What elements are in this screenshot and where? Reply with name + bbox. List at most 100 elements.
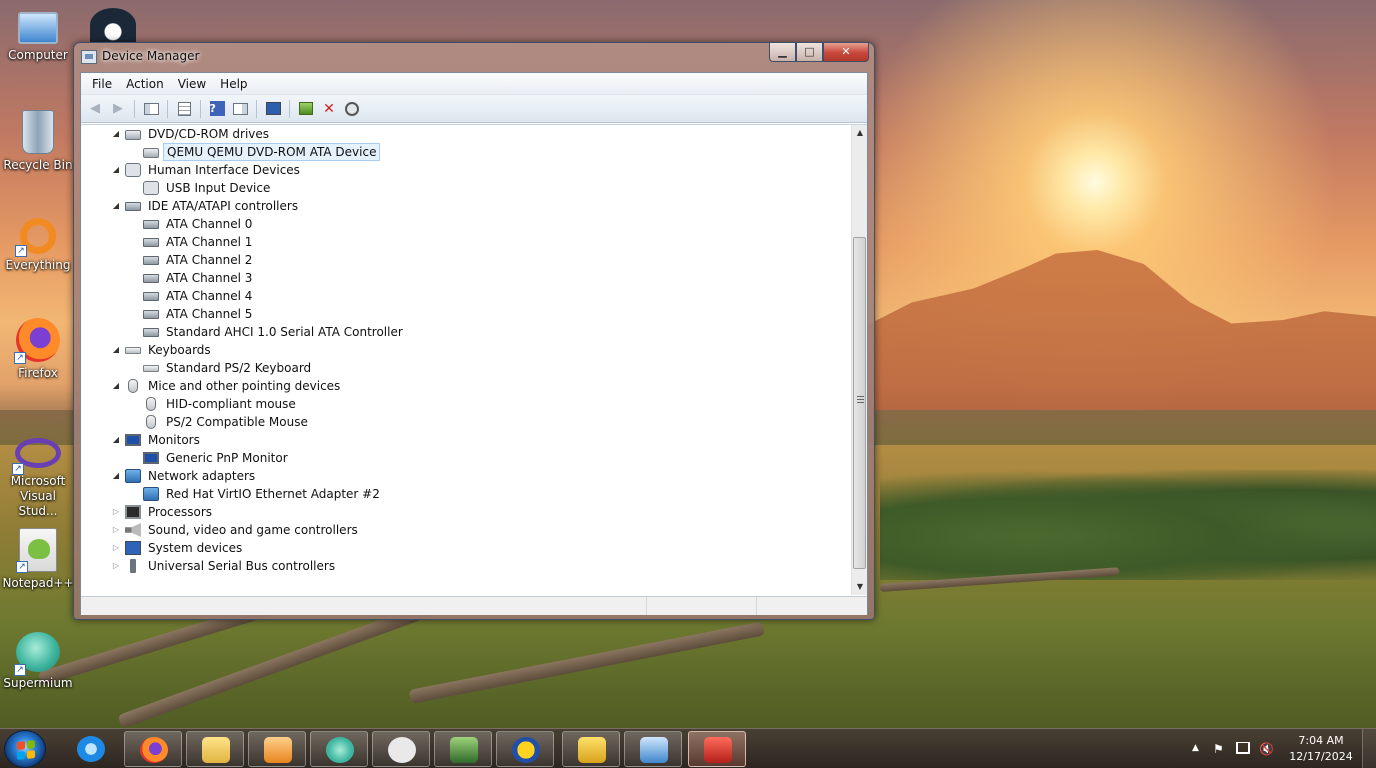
tree-device[interactable]: ATA Channel 4 bbox=[143, 287, 255, 305]
collapse-arrow-icon[interactable]: ◢ bbox=[111, 467, 121, 485]
scroll-thumb[interactable] bbox=[853, 237, 866, 569]
monitor-icon bbox=[125, 434, 141, 446]
tree-device[interactable]: Generic PnP Monitor bbox=[143, 449, 291, 467]
help-button[interactable]: ? bbox=[207, 99, 227, 119]
ide-controller-icon bbox=[143, 255, 159, 265]
menu-help[interactable]: Help bbox=[213, 75, 254, 93]
volume-muted-icon[interactable]: 🔇 bbox=[1259, 742, 1274, 756]
vertical-scrollbar[interactable]: ▲ ▼ bbox=[851, 125, 867, 595]
desktop-icon-steam[interactable] bbox=[90, 8, 136, 42]
forward-button[interactable]: ▶ bbox=[108, 99, 128, 119]
tree-item-label: Mice and other pointing devices bbox=[148, 379, 341, 393]
tree-category[interactable]: ◢ Network adapters bbox=[111, 467, 258, 485]
expand-arrow-icon[interactable]: ▷ bbox=[111, 521, 121, 539]
expand-arrow-icon[interactable]: ▷ bbox=[111, 503, 121, 521]
update-driver-button[interactable] bbox=[296, 99, 316, 119]
tree-device[interactable]: USB Input Device bbox=[143, 179, 273, 197]
console-tree-icon bbox=[143, 102, 159, 115]
desktop-icon-firefox[interactable]: ↗ Firefox bbox=[0, 318, 76, 381]
desktop-icon-recycle-bin[interactable]: Recycle Bin bbox=[0, 110, 76, 173]
tree-category[interactable]: ▷ Processors bbox=[111, 503, 215, 521]
tree-category[interactable]: ◢ Keyboards bbox=[111, 341, 214, 359]
menu-view[interactable]: View bbox=[171, 75, 213, 93]
desktop-icon-computer[interactable]: Computer bbox=[0, 8, 76, 63]
tree-item-label: USB Input Device bbox=[166, 181, 271, 195]
collapse-arrow-icon[interactable]: ◢ bbox=[111, 161, 121, 179]
maximize-button[interactable]: □ bbox=[796, 43, 823, 62]
taskbar-button-network-monitor[interactable] bbox=[434, 731, 492, 767]
desktop-icon-visual-studio[interactable]: ↗ Microsoft Visual Stud... bbox=[0, 432, 76, 519]
taskbar-button-file-explorer[interactable] bbox=[186, 731, 244, 767]
show-hide-console-tree-button[interactable] bbox=[141, 99, 161, 119]
tree-category[interactable]: ◢ Mice and other pointing devices bbox=[111, 377, 343, 395]
tree-device[interactable]: HID-compliant mouse bbox=[143, 395, 299, 413]
desktop-icon-everything[interactable]: ↗ Everything bbox=[0, 214, 76, 273]
scroll-up-button[interactable]: ▲ bbox=[852, 125, 868, 141]
tree-category[interactable]: ◢ Monitors bbox=[111, 431, 203, 449]
collapse-arrow-icon[interactable]: ◢ bbox=[111, 377, 121, 395]
start-button[interactable] bbox=[4, 730, 46, 768]
notepad-plus-plus-icon: ↗ bbox=[16, 528, 57, 573]
back-button[interactable]: ◀ bbox=[85, 99, 105, 119]
taskbar-button-supermium[interactable] bbox=[310, 731, 368, 767]
expand-arrow-icon[interactable]: ▷ bbox=[111, 557, 121, 575]
title-bar[interactable]: Device Manager ▁ □ ✕ bbox=[74, 43, 874, 71]
tree-device[interactable]: ATA Channel 3 bbox=[143, 269, 255, 287]
tree-device[interactable]: ATA Channel 1 bbox=[143, 233, 255, 251]
taskbar-button-firefox[interactable] bbox=[124, 731, 182, 767]
clock[interactable]: 7:04 AM 12/17/2024 bbox=[1286, 733, 1356, 765]
device-manager-window[interactable]: Device Manager ▁ □ ✕ File Action View He… bbox=[73, 42, 875, 620]
tree-device[interactable]: Standard AHCI 1.0 Serial ATA Controller bbox=[143, 323, 406, 341]
collapse-arrow-icon[interactable]: ◢ bbox=[111, 125, 121, 143]
expand-arrow-icon[interactable]: ▷ bbox=[111, 539, 121, 557]
scan-hardware-changes-button[interactable] bbox=[263, 99, 283, 119]
tree-device[interactable]: ATA Channel 2 bbox=[143, 251, 255, 269]
collapse-arrow-icon[interactable]: ◢ bbox=[111, 431, 121, 449]
tree-device[interactable]: QEMU QEMU DVD-ROM ATA Device bbox=[143, 143, 381, 161]
tree-category[interactable]: ◢ DVD/CD-ROM drives bbox=[111, 125, 272, 143]
taskbar: ▲ ⚑ 🔇 7:04 AM 12/17/2024 bbox=[0, 728, 1376, 768]
collapse-arrow-icon[interactable]: ◢ bbox=[111, 341, 121, 359]
taskbar-button-internet-explorer[interactable] bbox=[62, 731, 120, 767]
tree-category[interactable]: ◢ Human Interface Devices bbox=[111, 161, 303, 179]
close-button[interactable]: ✕ bbox=[823, 43, 869, 62]
network-icon[interactable] bbox=[1236, 742, 1250, 754]
taskbar-button-toolbox[interactable] bbox=[688, 731, 746, 767]
tree-device[interactable]: PS/2 Compatible Mouse bbox=[143, 413, 311, 431]
properties-button[interactable] bbox=[174, 99, 194, 119]
tree-device[interactable]: ATA Channel 5 bbox=[143, 305, 255, 323]
menu-file[interactable]: File bbox=[85, 75, 119, 93]
desktop-icon-supermium[interactable]: ↗ Supermium bbox=[0, 632, 76, 691]
scroll-down-button[interactable]: ▼ bbox=[852, 579, 868, 595]
window-title: Device Manager bbox=[102, 49, 200, 63]
minimize-button[interactable]: ▁ bbox=[769, 43, 796, 62]
tree-device[interactable]: Red Hat VirtIO Ethernet Adapter #2 bbox=[143, 485, 383, 503]
disable-button[interactable] bbox=[342, 99, 362, 119]
mouse-icon bbox=[128, 379, 138, 393]
ide-controller-icon bbox=[143, 237, 159, 247]
show-desktop-button[interactable] bbox=[1362, 729, 1376, 768]
tree-category[interactable]: ◢ IDE ATA/ATAPI controllers bbox=[111, 197, 301, 215]
taskbar-button-mullvad-browser[interactable] bbox=[372, 731, 430, 767]
tree-device[interactable]: ATA Channel 0 bbox=[143, 215, 255, 233]
tree-category[interactable]: ▷ Universal Serial Bus controllers bbox=[111, 557, 338, 575]
uninstall-button[interactable]: ✕ bbox=[319, 99, 339, 119]
action-center-flag-icon[interactable]: ⚑ bbox=[1213, 742, 1224, 756]
menu-action[interactable]: Action bbox=[119, 75, 171, 93]
taskbar-button-xming[interactable] bbox=[496, 731, 554, 767]
show-action-pane-button[interactable] bbox=[230, 99, 250, 119]
device-tree[interactable]: ◢ DVD/CD-ROM drives QEMU QEMU DVD-ROM ATA … bbox=[81, 125, 851, 595]
desktop-icon-label: Everything bbox=[5, 258, 71, 272]
badger-app-icon bbox=[578, 737, 606, 763]
taskbar-button-badger-app[interactable] bbox=[562, 731, 620, 767]
show-hidden-icons-icon[interactable]: ▲ bbox=[1192, 743, 1199, 753]
desktop-icon-notepad-plus-plus[interactable]: ↗ Notepad++ bbox=[0, 528, 76, 591]
taskbar-button-media-player[interactable] bbox=[248, 731, 306, 767]
tree-device[interactable]: Standard PS/2 Keyboard bbox=[143, 359, 314, 377]
tree-category[interactable]: ▷ System devices bbox=[111, 539, 245, 557]
taskbar-button-remote-desktop[interactable] bbox=[624, 731, 682, 767]
toolbar-separator bbox=[289, 99, 290, 118]
collapse-arrow-icon[interactable]: ◢ bbox=[111, 197, 121, 215]
tree-category[interactable]: ▷ Sound, video and game controllers bbox=[111, 521, 361, 539]
media-player-icon bbox=[264, 737, 292, 763]
